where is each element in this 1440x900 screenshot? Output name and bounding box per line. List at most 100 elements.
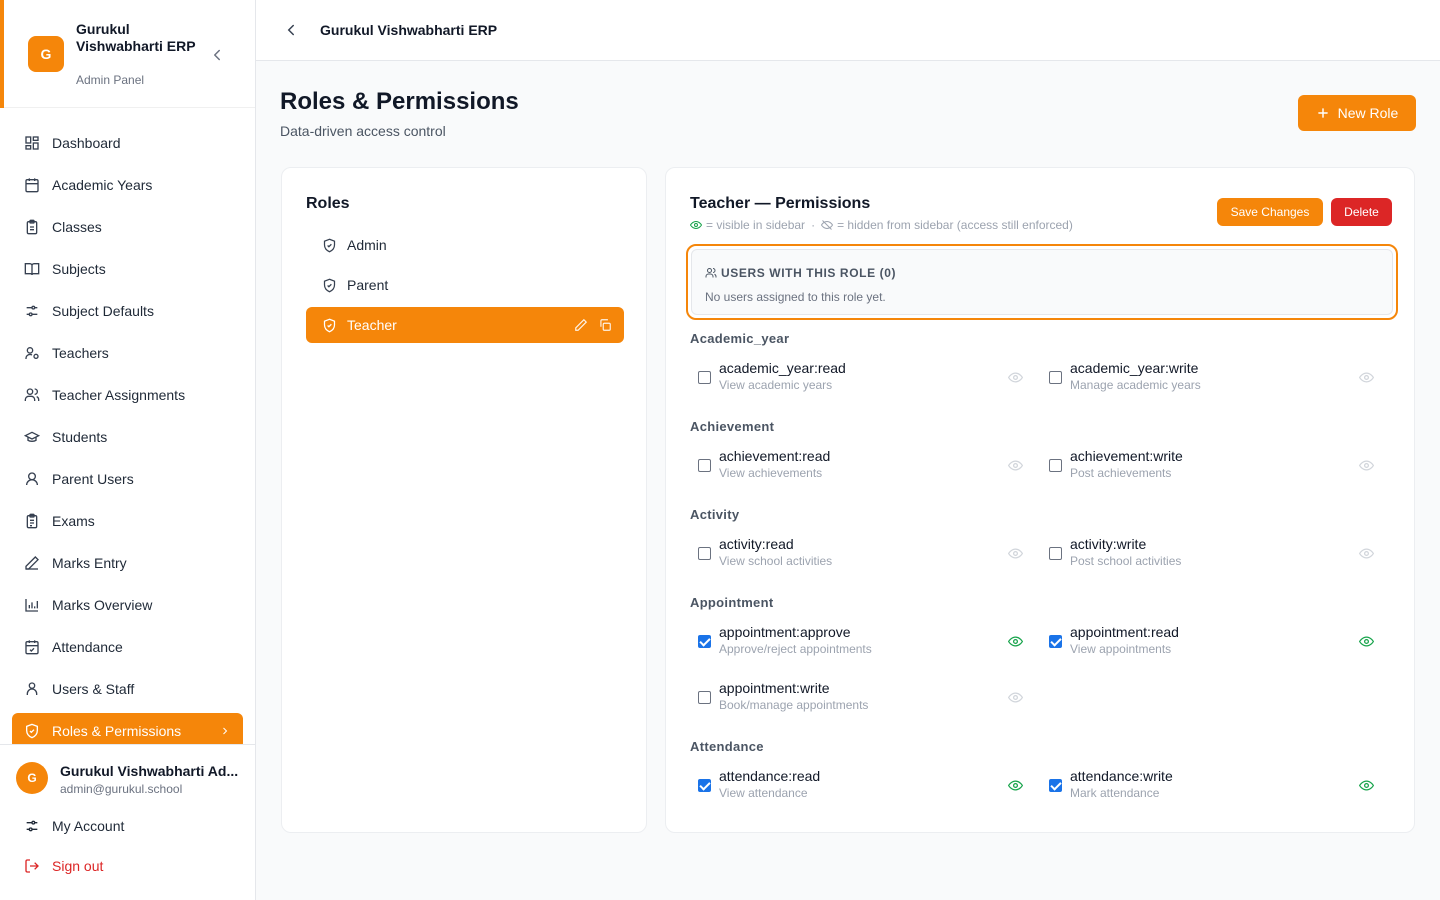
sidebar-item-dashboard[interactable]: Dashboard — [12, 125, 243, 161]
eye-icon[interactable] — [1008, 458, 1023, 473]
role-item-parent[interactable]: Parent — [306, 267, 624, 303]
eye-icon[interactable] — [1359, 546, 1374, 561]
sidebar-item-teacher-assignments[interactable]: Teacher Assignments — [12, 377, 243, 413]
eye-icon[interactable] — [1359, 778, 1374, 793]
permission-item[interactable]: achievement:read View achievements — [690, 445, 1030, 485]
permission-description: View academic years — [719, 378, 833, 392]
sidebar-item-label: Academic Years — [52, 177, 153, 193]
copy-icon[interactable] — [598, 318, 612, 332]
delete-role-button[interactable]: Delete — [1331, 198, 1392, 226]
chevron-right-icon — [223, 727, 228, 735]
permission-group-label: Academic_year — [690, 331, 790, 346]
permission-checkbox[interactable] — [698, 691, 711, 704]
permission-item[interactable]: attendance:read View attendance — [690, 765, 1030, 805]
permission-group-label: Appointment — [690, 595, 774, 610]
sidebar-item-marks-entry[interactable]: Marks Entry — [12, 545, 243, 581]
sidebar-item-academic-years[interactable]: Academic Years — [12, 167, 243, 203]
pencil-icon[interactable] — [574, 318, 588, 332]
role-item-teacher[interactable]: Teacher — [306, 307, 624, 343]
permission-item[interactable]: activity:read View school activities — [690, 533, 1030, 573]
permission-item[interactable]: academic_year:write Manage academic year… — [1041, 357, 1381, 397]
sidebar-item-parent-users[interactable]: Parent Users — [12, 461, 243, 497]
sliders-icon — [26, 820, 38, 832]
account-email: admin@gurukul.school — [60, 782, 183, 796]
users-with-role-heading: USERS WITH THIS ROLE (0) — [705, 266, 896, 280]
sidebar-item-users-staff[interactable]: Users & Staff — [12, 671, 243, 707]
permission-checkbox[interactable] — [1049, 547, 1062, 560]
legend-separator: · — [811, 218, 816, 232]
permission-checkbox[interactable] — [1049, 635, 1062, 648]
eye-icon[interactable] — [1359, 458, 1374, 473]
chevron-left-icon[interactable] — [208, 46, 226, 64]
role-actions — [574, 318, 612, 332]
eye-icon[interactable] — [1008, 634, 1023, 649]
clipboard-list-icon — [26, 513, 38, 529]
eye-icon — [690, 220, 702, 230]
permission-item[interactable]: achievement:write Post achievements — [1041, 445, 1381, 485]
permission-group-label: Attendance — [690, 739, 764, 754]
eye-icon[interactable] — [1008, 546, 1023, 561]
permission-item[interactable]: appointment:read View appointments — [1041, 621, 1381, 661]
sidebar-item-label: Teacher Assignments — [52, 387, 186, 403]
users-with-role-inner: USERS WITH THIS ROLE (0) No users assign… — [691, 249, 1393, 315]
permission-item[interactable]: appointment:approve Approve/reject appoi… — [690, 621, 1030, 661]
permission-checkbox[interactable] — [698, 547, 711, 560]
permission-name: activity:write — [1070, 536, 1147, 552]
shield-check-icon — [323, 318, 336, 332]
my-account-link[interactable]: My Account — [24, 818, 124, 834]
permission-description: View attendance — [719, 786, 808, 800]
user-cog-icon — [25, 347, 39, 359]
permission-item[interactable]: activity:write Post school activities — [1041, 533, 1381, 573]
permission-item[interactable]: attendance:write Mark attendance — [1041, 765, 1381, 805]
chevron-left-icon[interactable] — [282, 21, 300, 39]
permission-description: View school activities — [719, 554, 833, 568]
sidebar-item-exams[interactable]: Exams — [12, 503, 243, 539]
sidebar-item-label: Students — [52, 429, 108, 445]
eye-icon[interactable] — [1008, 370, 1023, 385]
new-role-button[interactable]: New Role — [1298, 95, 1416, 131]
permission-checkbox[interactable] — [698, 459, 711, 472]
permission-checkbox[interactable] — [1049, 459, 1062, 472]
book-open-icon — [24, 263, 40, 276]
role-item-admin[interactable]: Admin — [306, 227, 624, 263]
permission-checkbox[interactable] — [698, 371, 711, 384]
sidebar-item-label: Users & Staff — [52, 681, 135, 697]
sidebar-nav: Dashboard Academic Years Classes Subject… — [12, 125, 243, 745]
permission-description: Mark attendance — [1070, 786, 1160, 800]
save-changes-button[interactable]: Save Changes — [1217, 198, 1323, 226]
clipboard-icon — [26, 219, 38, 235]
permission-item[interactable]: appointment:write Book/manage appointmen… — [690, 677, 1030, 717]
eye-icon[interactable] — [1008, 690, 1023, 705]
sign-out-link[interactable]: Sign out — [24, 858, 103, 874]
eye-icon[interactable] — [1359, 634, 1374, 649]
permission-checkbox[interactable] — [698, 779, 711, 792]
sidebar-item-attendance[interactable]: Attendance — [12, 629, 243, 665]
sidebar-item-label: Subjects — [52, 261, 106, 277]
page-subtitle: Data-driven access control — [280, 123, 446, 139]
eye-icon[interactable] — [1359, 370, 1374, 385]
permission-checkbox[interactable] — [1049, 371, 1062, 384]
avatar[interactable]: G — [16, 762, 48, 794]
visibility-legend: = visible in sidebar · = hidden from sid… — [690, 218, 1073, 232]
account-name: Gurukul Vishwabharti Ad... — [60, 763, 239, 779]
permission-item[interactable]: academic_year:read View academic years — [690, 357, 1030, 397]
permission-name: appointment:approve — [719, 624, 851, 640]
sidebar-item-marks-overview[interactable]: Marks Overview — [12, 587, 243, 623]
eye-icon[interactable] — [1008, 778, 1023, 793]
permission-name: academic_year:read — [719, 360, 846, 376]
sidebar-item-students[interactable]: Students — [12, 419, 243, 455]
calendar-check-icon — [25, 640, 39, 655]
pen-icon — [25, 556, 39, 570]
log-out-icon — [25, 859, 39, 873]
permission-name: academic_year:write — [1070, 360, 1199, 376]
calendar-icon — [25, 178, 39, 193]
permission-name: achievement:write — [1070, 448, 1183, 464]
sidebar-item-teachers[interactable]: Teachers — [12, 335, 243, 371]
sidebar-item-subject-defaults[interactable]: Subject Defaults — [12, 293, 243, 329]
sidebar-item-classes[interactable]: Classes — [12, 209, 243, 245]
sidebar-item-roles-permissions[interactable]: Roles & Permissions — [12, 713, 243, 745]
permission-checkbox[interactable] — [1049, 779, 1062, 792]
sidebar-item-subjects[interactable]: Subjects — [12, 251, 243, 287]
bar-chart-icon — [25, 599, 38, 612]
permission-checkbox[interactable] — [698, 635, 711, 648]
